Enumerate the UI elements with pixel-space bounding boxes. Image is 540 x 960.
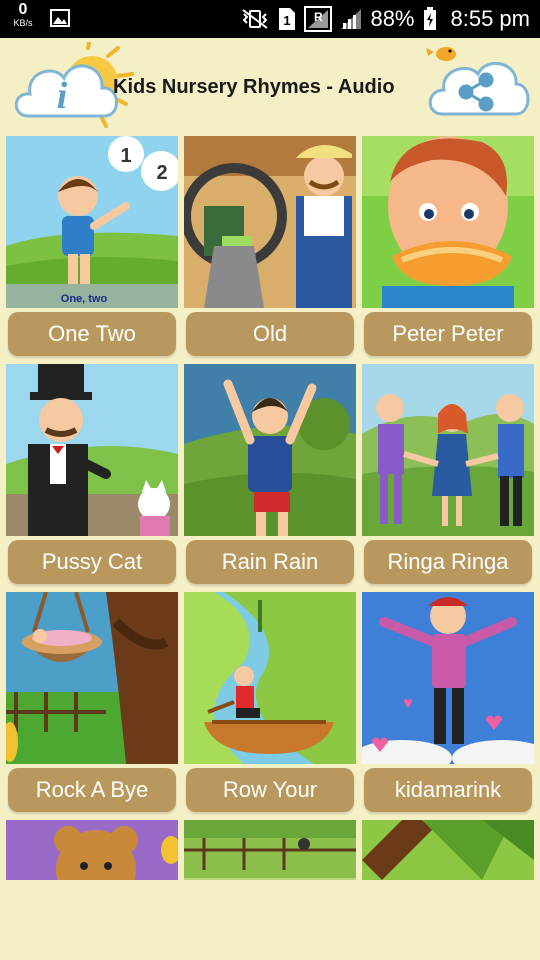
svg-text:1: 1 [284,13,291,28]
rhyme-button[interactable]: Row Your [186,768,354,812]
share-icon[interactable] [424,40,530,124]
status-bar: 0 KB/s 1 R 88% 8:55 pm [0,0,540,38]
rhyme-button[interactable]: Peter Peter [364,312,532,356]
app-header: i Kids Nursery Rhymes - Audio [0,38,540,132]
battery-icon [423,7,436,30]
rhyme-thumbnail[interactable] [6,364,178,536]
rhyme-thumbnail[interactable] [362,592,534,764]
rhymes-grid: 1 2 One, two One Two Old Peter Peter Pus… [6,136,536,880]
battery-percent: 88% [370,6,415,31]
rhyme-button[interactable]: Rock A Bye [8,768,176,812]
signal-icon [341,9,362,29]
rhyme-thumbnail[interactable] [184,136,356,308]
rhyme-caption: One, two [61,293,108,305]
rhyme-thumbnail[interactable] [184,592,356,764]
rhyme-button[interactable]: kidamarink [364,768,532,812]
rhyme-thumbnail[interactable] [6,820,178,880]
vibrate-mute-icon [242,9,269,29]
rhyme-thumbnail[interactable] [362,136,534,308]
network-speed-value: 0 [18,1,28,18]
signal-r-icon: R [304,6,333,32]
svg-text:i: i [57,75,68,117]
rhyme-thumbnail[interactable] [184,364,356,536]
app-title: Kids Nursery Rhymes - Audio [113,76,395,98]
rhyme-thumbnail[interactable]: 1 2 One, two [6,136,178,308]
svg-text:R: R [314,10,323,24]
clock: 8:55 pm [450,6,531,31]
rhyme-thumbnail[interactable] [6,592,178,764]
rhyme-button[interactable]: Pussy Cat [8,540,176,584]
svg-text:2: 2 [156,162,167,184]
rhyme-thumbnail[interactable] [184,820,356,880]
rhyme-button[interactable]: Rain Rain [186,540,354,584]
rhyme-button[interactable]: Ringa Ringa [364,540,532,584]
svg-text:1: 1 [120,145,131,167]
rhyme-thumbnail[interactable] [362,820,534,880]
network-speed-unit: KB/s [13,18,33,28]
rhyme-button[interactable]: Old [186,312,354,356]
rhyme-button[interactable]: One Two [8,312,176,356]
rhyme-thumbnail[interactable] [362,364,534,536]
network-speed: 0 KB/s [12,2,34,28]
image-icon [50,9,70,27]
sim-1-icon: 1 [279,8,296,30]
